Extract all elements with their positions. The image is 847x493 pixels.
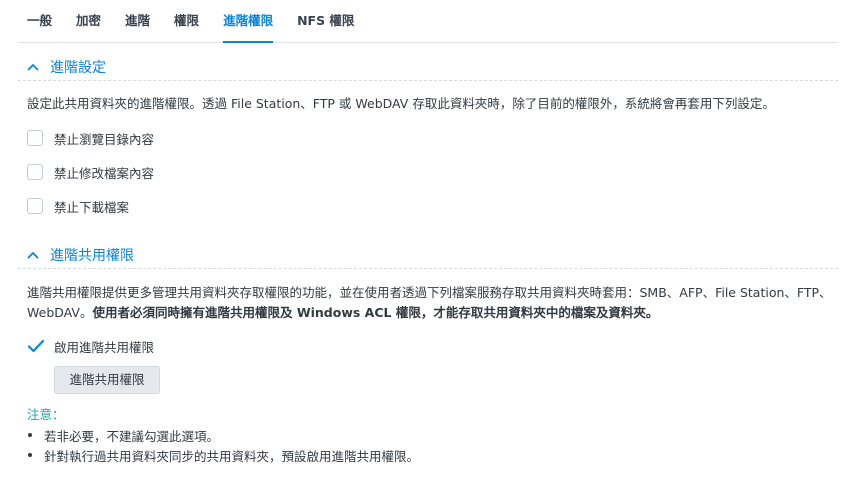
advanced-settings-description: 設定此共用資料夾的進階權限。透過 File Station、FTP 或 WebD… bbox=[27, 96, 775, 111]
note-title: 注意： bbox=[27, 407, 65, 422]
tab-permissions[interactable]: 權限 bbox=[174, 0, 199, 42]
tab-advanced-permissions[interactable]: 進階權限 bbox=[223, 0, 274, 43]
chevron-up-icon bbox=[26, 248, 40, 262]
list-item: 針對執行過共用資料夾同步的共用資料夾，預設啟用進階共用權限。 bbox=[27, 445, 419, 465]
checkbox[interactable] bbox=[27, 164, 43, 180]
tab-bar: 一般 加密 進階 權限 進階權限 NFS 權限 bbox=[18, 0, 838, 43]
share-permissions-description: 進階共用權限提供更多管理共用資料夾存取權限的功能，並在使用者透過下列檔案服務存取… bbox=[27, 283, 832, 323]
chevron-up-icon bbox=[26, 60, 40, 74]
option-label: 禁止下載檔案 bbox=[54, 199, 130, 215]
bullet-icon bbox=[28, 433, 32, 437]
checkbox[interactable] bbox=[27, 130, 43, 146]
checkbox[interactable] bbox=[27, 198, 43, 214]
note-text: 針對執行過共用資料夾同步的共用資料夾，預設啟用進階共用權限。 bbox=[44, 448, 420, 464]
list-item: 若非必要，不建議勾選此選項。 bbox=[27, 425, 419, 445]
bullet-icon bbox=[28, 453, 32, 457]
option-label: 禁止修改檔案內容 bbox=[54, 165, 155, 181]
section-header-advanced-share-permissions[interactable]: 進階共用權限 bbox=[18, 242, 838, 269]
section-header-advanced-settings[interactable]: 進階設定 bbox=[18, 54, 838, 81]
advanced-share-permissions-button[interactable]: 進階共用權限 bbox=[54, 366, 160, 394]
section-title: 進階設定 bbox=[50, 60, 106, 76]
tab-general[interactable]: 一般 bbox=[27, 0, 52, 42]
tab-advanced[interactable]: 進階 bbox=[125, 0, 150, 42]
option-disable-modify[interactable]: 禁止修改檔案內容 bbox=[27, 162, 154, 182]
tab-nfs-permissions[interactable]: NFS 權限 bbox=[297, 0, 354, 42]
option-label: 啟用進階共用權限 bbox=[54, 339, 155, 355]
option-label: 禁止瀏覽目錄內容 bbox=[54, 131, 155, 147]
note-list: 若非必要，不建議勾選此選項。 針對執行過共用資料夾同步的共用資料夾，預設啟用進階… bbox=[27, 425, 419, 465]
checkbox-checked[interactable] bbox=[27, 338, 45, 354]
checkmark-icon bbox=[27, 339, 45, 353]
description-bold-text: 使用者必須同時擁有進階共用權限及 Windows ACL 權限，才能存取共用資料… bbox=[92, 305, 659, 320]
note-text: 若非必要，不建議勾選此選項。 bbox=[44, 428, 220, 444]
section-title: 進階共用權限 bbox=[50, 248, 134, 264]
option-disable-download[interactable]: 禁止下載檔案 bbox=[27, 196, 129, 216]
option-enable-advanced-share-permissions[interactable]: 啟用進階共用權限 bbox=[27, 336, 154, 356]
option-disable-browse[interactable]: 禁止瀏覽目錄內容 bbox=[27, 128, 154, 148]
tab-encryption[interactable]: 加密 bbox=[76, 0, 101, 42]
